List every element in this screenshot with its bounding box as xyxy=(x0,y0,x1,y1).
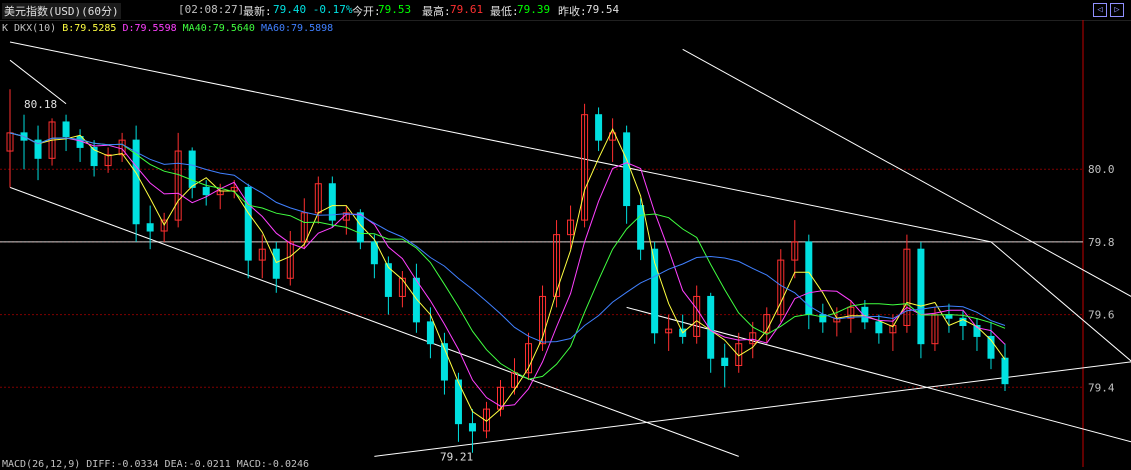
candle-body xyxy=(917,248,925,345)
next-arrow-icon[interactable]: ▷ xyxy=(1110,3,1124,17)
prev-close-value: 79.54 xyxy=(586,3,620,16)
legend-prefix: K DKX(10) xyxy=(2,23,63,34)
low-label: 最低: xyxy=(490,5,519,18)
candle-body xyxy=(875,321,883,334)
quote-time: [02:08:27] xyxy=(178,3,245,16)
y-tick-label: 79.8 xyxy=(1088,236,1115,249)
y-tick-label: 79.4 xyxy=(1088,381,1115,394)
candle-body xyxy=(721,357,729,366)
candle-body xyxy=(188,150,196,188)
high-value: 79.61 xyxy=(450,3,484,16)
quote-header: 美元指数(USD)(60分) [02:08:27] 最新: 79.40 -0.1… xyxy=(0,0,1131,21)
trend-line xyxy=(9,186,739,457)
candle-body xyxy=(819,314,827,323)
instrument-title[interactable]: 美元指数(USD)(60分) xyxy=(2,3,121,19)
legend-b: B:79.5285 xyxy=(62,23,117,34)
y-tick-label: 79.6 xyxy=(1088,309,1115,322)
indicator-legend: K DKX(10) B:79.5285 D:79.5598 MA40:79.56… xyxy=(2,23,333,34)
trend-line xyxy=(990,241,1131,362)
candle-body xyxy=(1001,357,1009,385)
candle-body xyxy=(244,186,252,261)
last-value: 79.40 -0.17% xyxy=(273,3,353,16)
legend-ma40: MA40:79.5640 xyxy=(182,23,255,34)
candle-body xyxy=(637,205,645,250)
d-line xyxy=(9,132,1006,407)
ma60-line xyxy=(9,132,1006,343)
last-label: 最新: xyxy=(243,5,272,18)
candle-body xyxy=(595,114,603,141)
candle-body xyxy=(426,321,434,345)
high-label: 最高: xyxy=(422,5,451,18)
candle-body xyxy=(146,223,154,232)
low-annotation: 79.21 xyxy=(440,450,473,463)
open-label: 今开: xyxy=(352,5,381,18)
y-tick-label: 80.0 xyxy=(1088,163,1115,176)
legend-ma60: MA60:79.5898 xyxy=(260,23,334,34)
low-value: 79.39 xyxy=(517,3,551,16)
candle-body xyxy=(468,423,476,432)
prev-close-label: 昨收: xyxy=(558,5,587,18)
high-annotation: 80.18 xyxy=(24,98,57,111)
candle-body xyxy=(272,248,280,279)
ma40-line xyxy=(9,132,1006,380)
b-line xyxy=(9,128,1006,422)
open-value: 79.53 xyxy=(378,3,412,16)
candlestick-chart[interactable]: 80.0 79.8 79.6 79.4 80.18 79.21 xyxy=(0,20,1131,467)
macd-readout: MACD(26,12,9) DIFF:-0.0334 DEA:-0.0211 M… xyxy=(2,459,310,470)
candle-body xyxy=(202,186,210,196)
candle-body xyxy=(62,121,70,138)
candle-body xyxy=(623,132,631,207)
candle-body xyxy=(370,241,378,265)
legend-d: D:79.5598 xyxy=(122,23,177,34)
prev-arrow-icon[interactable]: ◁ xyxy=(1093,3,1107,17)
candle-body xyxy=(412,277,420,323)
